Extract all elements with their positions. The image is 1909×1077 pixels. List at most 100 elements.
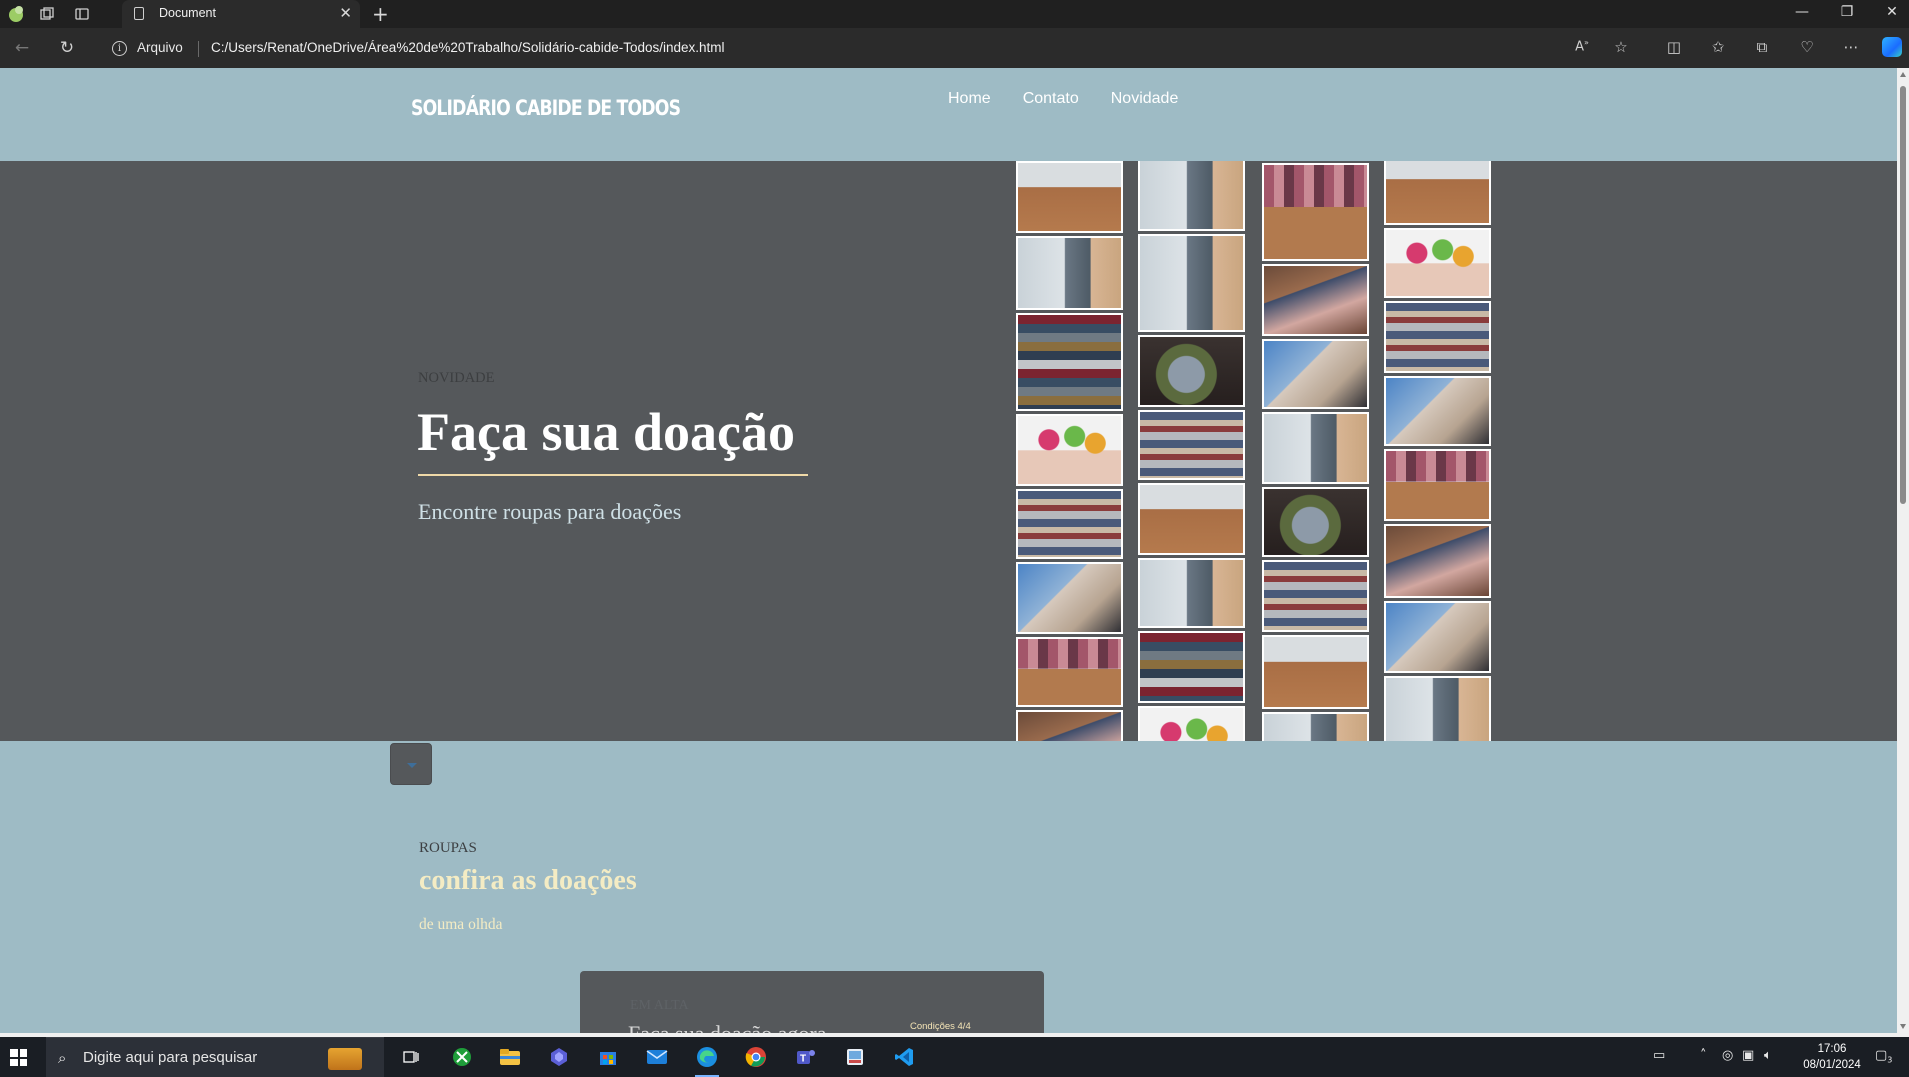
gallery-photo	[1384, 228, 1491, 298]
page-icon	[134, 7, 144, 20]
taskbar-search[interactable]: ⌕ Digite aqui para pesquisar	[46, 1037, 384, 1077]
gallery-photo	[1384, 601, 1491, 673]
site-info-label[interactable]: Arquivo	[137, 40, 183, 55]
hero-divider	[418, 474, 808, 476]
gallery-photo	[1016, 637, 1123, 707]
microsoft-store-icon[interactable]	[594, 1043, 622, 1071]
gallery-photo	[1262, 264, 1369, 336]
main-nav: Home Contato Novidade	[948, 90, 1178, 108]
windows-start-icon[interactable]	[10, 1049, 27, 1066]
new-tab-icon[interactable]: +	[372, 2, 389, 26]
edge-icon[interactable]	[693, 1043, 721, 1077]
gallery-photo	[1384, 676, 1491, 741]
site-logo[interactable]: SOLIDÁRIO CABIDE DE TODOS	[411, 96, 681, 120]
hero-kicker: NOVIDADE	[418, 370, 495, 386]
hero-subtitle: Encontre roupas para doações	[418, 499, 682, 524]
chevron-down-icon	[407, 763, 417, 768]
close-tab-icon[interactable]: ✕	[339, 4, 352, 22]
gallery-photo	[1262, 712, 1369, 741]
clock-time: 17:06	[1817, 1043, 1847, 1055]
site-header: SOLIDÁRIO CABIDE DE TODOS Home Contato N…	[0, 68, 1897, 161]
gallery-photo	[1138, 161, 1245, 231]
teams-icon[interactable]: T	[792, 1043, 820, 1071]
page-scrollbar[interactable]	[1897, 68, 1909, 1033]
info-icon[interactable]: i	[112, 41, 127, 56]
gallery-photo	[1384, 524, 1491, 598]
gallery-photo	[1138, 631, 1245, 703]
profile-icon[interactable]	[6, 4, 26, 24]
browser-tab-bar: Document ✕ + — ❐ ✕	[0, 0, 1909, 28]
gallery-photo	[1384, 161, 1491, 225]
hero-title: Faça sua doação	[417, 402, 795, 462]
windows-taskbar: ⌕ Digite aqui para pesquisar T ▭ ˄ ◎ ▣ 🔈…	[0, 1037, 1909, 1077]
restore-icon[interactable]: ❐	[1837, 4, 1857, 20]
omnibox-divider	[198, 41, 199, 57]
photo-gallery	[1010, 161, 1491, 741]
system-clock[interactable]: 17:06 08/01/2024	[1796, 1041, 1868, 1073]
tab-document[interactable]: Document ✕	[122, 0, 360, 28]
paint-app-icon[interactable]	[841, 1043, 869, 1071]
gallery-photo	[1138, 706, 1245, 741]
close-window-icon[interactable]: ✕	[1882, 4, 1902, 20]
gallery-column	[1384, 161, 1491, 741]
copilot-icon[interactable]	[1882, 37, 1902, 57]
keyboard-icon[interactable]: ▭	[1653, 1048, 1665, 1063]
nav-home[interactable]: Home	[948, 90, 991, 108]
file-explorer-icon[interactable]	[496, 1043, 524, 1071]
nav-novidade[interactable]: Novidade	[1111, 90, 1179, 108]
mail-icon[interactable]	[643, 1043, 671, 1071]
read-aloud-icon[interactable]: A»	[1571, 38, 1593, 54]
section-kicker: ROUPAS	[419, 840, 477, 856]
notification-count: 3	[1887, 1055, 1893, 1065]
gallery-photo	[1262, 635, 1369, 709]
url-text[interactable]: C:/Users/Renat/OneDrive/Área%20de%20Trab…	[211, 40, 725, 55]
favorites-icon[interactable]: ✩	[1707, 38, 1729, 56]
hero-section: NOVIDADE Faça sua doação Encontre roupas…	[0, 161, 1897, 741]
scroll-down-arrow-icon[interactable]	[1900, 1024, 1906, 1029]
nav-contato[interactable]: Contato	[1023, 90, 1079, 108]
omnibox[interactable]: i Arquivo C:/Users/Renat/OneDrive/Área%2…	[100, 33, 1660, 63]
scroll-up-arrow-icon[interactable]	[1900, 72, 1906, 77]
refresh-icon[interactable]: ↻	[56, 38, 78, 58]
task-view-icon[interactable]	[397, 1043, 425, 1071]
meet-now-icon[interactable]: ◎	[1722, 1048, 1733, 1063]
address-bar: ← ↻ i Arquivo C:/Users/Renat/OneDrive/Ár…	[0, 28, 1909, 68]
back-icon[interactable]: ←	[11, 38, 33, 58]
minimize-icon[interactable]: —	[1792, 4, 1812, 20]
workspaces-icon[interactable]	[37, 4, 57, 24]
gallery-photo	[1138, 335, 1245, 407]
gallery-photo	[1262, 560, 1369, 632]
scroll-down-button[interactable]	[390, 743, 432, 785]
collections-icon[interactable]: ⧉	[1751, 38, 1773, 56]
scroll-thumb[interactable]	[1900, 86, 1906, 504]
gallery-photo	[1016, 414, 1123, 486]
chrome-icon[interactable]	[742, 1043, 770, 1071]
browser-essentials-icon[interactable]: ♡	[1796, 38, 1818, 56]
svg-text:T: T	[800, 1054, 806, 1065]
notifications-icon[interactable]: ▢3	[1875, 1048, 1892, 1065]
tab-actions-icon[interactable]	[72, 4, 92, 24]
gallery-photo	[1384, 449, 1491, 521]
gallery-photo	[1016, 489, 1123, 559]
network-icon[interactable]: ▣	[1742, 1048, 1754, 1063]
gallery-photo	[1262, 163, 1369, 261]
vscode-icon[interactable]	[890, 1043, 918, 1071]
show-hidden-icons[interactable]: ˄	[1700, 1048, 1707, 1063]
gallery-photo	[1384, 301, 1491, 373]
gallery-photo	[1138, 483, 1245, 555]
volume-icon[interactable]: 🔈︎	[1764, 1048, 1772, 1063]
gallery-photo	[1016, 313, 1123, 411]
card-kicker: EM ALTA	[630, 998, 689, 1013]
favorite-star-icon[interactable]: ☆	[1610, 38, 1632, 56]
split-screen-icon[interactable]: ◫	[1663, 38, 1685, 56]
gallery-photo	[1384, 376, 1491, 446]
more-menu-icon[interactable]: ⋯	[1840, 38, 1862, 56]
gallery-photo	[1262, 412, 1369, 484]
xbox-icon[interactable]	[448, 1043, 476, 1071]
card-tag: Condições 4/4	[910, 1021, 971, 1032]
copilot-taskbar-icon[interactable]	[545, 1043, 573, 1071]
trending-card[interactable]: EM ALTA Faça sua doação agora Condições …	[580, 971, 1044, 1033]
page-viewport: SOLIDÁRIO CABIDE DE TODOS Home Contato N…	[0, 68, 1897, 1033]
gallery-photo	[1138, 558, 1245, 628]
tab-title: Document	[159, 6, 216, 20]
